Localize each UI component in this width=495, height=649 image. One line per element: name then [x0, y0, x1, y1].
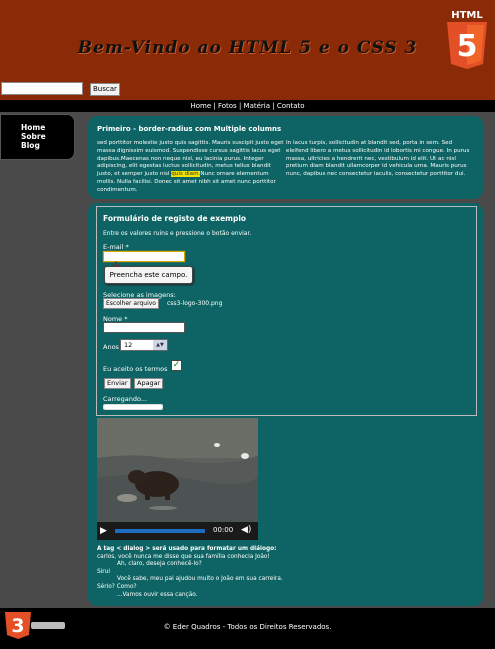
form-title: Formulário de registo de exemplo [103, 214, 247, 223]
sidebar-item-home[interactable]: Home [21, 123, 74, 132]
form-instructions: Entre os valores ruins e pressione o bot… [103, 230, 252, 237]
name-field[interactable] [103, 322, 185, 333]
highlighted-text: quis diam. [171, 171, 201, 178]
article-column-1: sed porttitor molestie justo quis sagitt… [97, 140, 287, 195]
email-label: E-mail * [103, 243, 129, 251]
progress-fill [104, 405, 162, 409]
search-input[interactable] [1, 82, 83, 95]
spinner-arrows-icon[interactable]: ▲▼ [153, 340, 167, 350]
nav-fotos[interactable]: Fotos [218, 102, 237, 110]
top-nav: Home | Fotos | Matéria | Contato [0, 100, 495, 112]
dialog-line: Ah, claro, deseja conhecê-lo? [117, 561, 202, 568]
sidebar: Home Sobre Blog [0, 114, 75, 160]
sidebar-item-blog[interactable]: Blog [21, 141, 74, 150]
clear-button[interactable]: Apagar [134, 378, 164, 389]
age-stepper[interactable]: 12 ▲▼ [120, 339, 168, 351]
nav-separator: | [272, 102, 275, 110]
video-time: 00:00 [213, 526, 234, 534]
dialog-line: Você sabe, meu pai ajudou muito o João e… [117, 576, 283, 583]
nav-contato[interactable]: Contato [277, 102, 305, 110]
dialog-line: ...Vamos ouvir essa canção. [117, 591, 198, 598]
terms-label: Eu aceito os termos [103, 365, 168, 373]
checkmark-icon: ✓ [172, 360, 181, 370]
loading-label: Carregando... [103, 395, 148, 403]
play-icon[interactable]: ▶ [100, 526, 107, 536]
bear-head [128, 470, 146, 484]
gull [241, 453, 249, 459]
choose-file-button[interactable]: Escolher arquivo [103, 298, 159, 309]
dialog-intro: A tag < dialog > será usado para formata… [97, 546, 277, 552]
nav-home[interactable]: Home [190, 102, 211, 110]
nav-separator: | [213, 102, 216, 110]
video-seek-bar[interactable] [115, 529, 205, 533]
loading-progress-bar [103, 404, 163, 410]
article-column-2: In lacus turpis, sollicitudin at blandit… [286, 140, 470, 178]
age-label: Anos [103, 343, 119, 351]
html5-logo-text: HTML [451, 10, 483, 21]
validation-tooltip: Preencha este campo. [104, 266, 193, 284]
header: Bem-Vindo ao HTML 5 e o CSS 3 HTML 5 Bus… [0, 0, 495, 100]
nav-materia[interactable]: Matéria [244, 102, 271, 110]
volume-icon[interactable]: ◀) [241, 525, 251, 535]
age-value: 12 [124, 341, 133, 349]
file-name: css3-logo-300.png [167, 300, 223, 307]
nav-separator: | [238, 102, 242, 110]
terms-checkbox[interactable]: ✓ [171, 360, 182, 371]
html5-logo-number: 5 [457, 29, 478, 64]
article-panel: Primeiro - border-radius com Multiple co… [88, 116, 483, 199]
search-button[interactable]: Buscar [90, 83, 120, 96]
footer: 3 © Eder Quadros - Todos os Direitos Res… [0, 608, 495, 649]
video-controls: ▶ 00:00 ◀) [97, 522, 258, 540]
sidebar-item-sobre[interactable]: Sobre [21, 132, 74, 141]
html5-logo-icon: HTML 5 [447, 10, 487, 69]
dialog-line: Sério? Como? [97, 583, 137, 590]
site-title: Bem-Vindo ao HTML 5 e o CSS 3 [77, 38, 418, 58]
article-title: Primeiro - border-radius com Multiple co… [97, 125, 282, 133]
dialog-section: A tag < dialog > será usado para formata… [97, 546, 397, 599]
copyright-text: © Eder Quadros - Todos os Direitos Reser… [163, 623, 332, 631]
submit-button[interactable]: Enviar [104, 378, 131, 389]
